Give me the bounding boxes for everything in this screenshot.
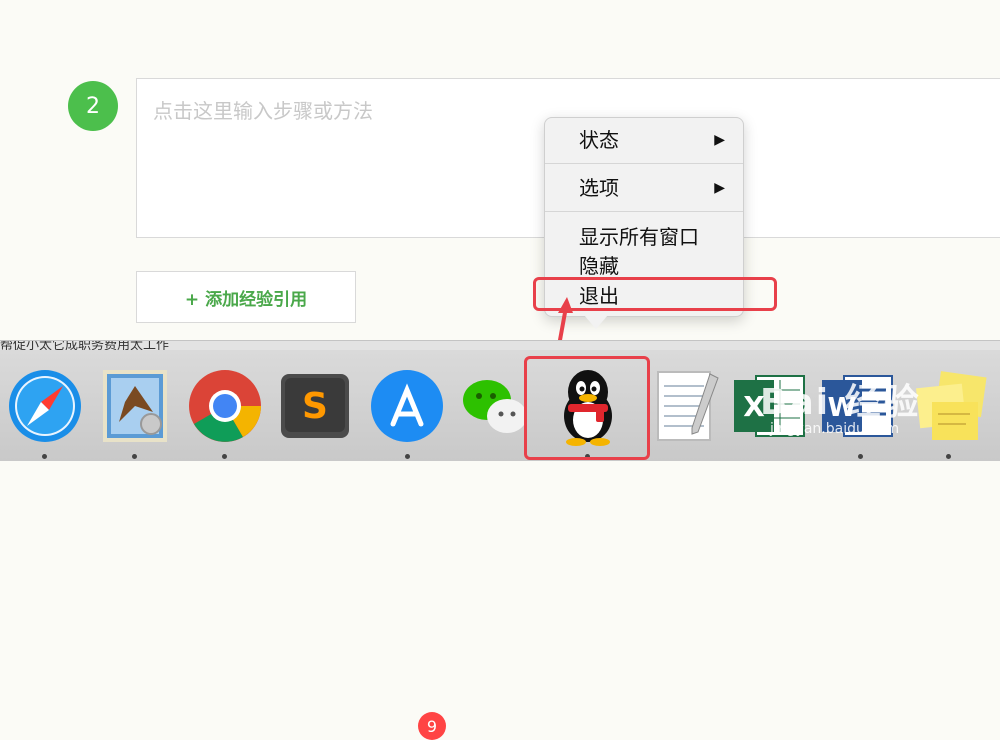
menu-separator [545, 211, 743, 212]
dock-app-sublime-text[interactable]: S [275, 366, 355, 446]
notification-badge: 9 [418, 712, 446, 740]
dock-app-mail[interactable] [95, 366, 175, 446]
menu-item-label: 显示所有窗口 [579, 225, 699, 249]
step-number-badge: 2 [68, 81, 118, 131]
submenu-arrow-icon: ▶ [714, 180, 725, 196]
appstore-icon [371, 370, 443, 442]
menu-item-options[interactable]: 选项 ▶ [579, 174, 725, 202]
menu-separator [545, 163, 743, 164]
menu-item-label: 选项 [579, 176, 619, 200]
running-indicator [42, 454, 47, 459]
chrome-icon [189, 370, 261, 442]
textedit-icon [657, 371, 719, 441]
qq-highlight-box [524, 356, 650, 460]
submenu-arrow-icon: ▶ [714, 132, 725, 148]
watermark-url: jingyan.baidu.com [770, 421, 900, 437]
sublime-icon: S [281, 374, 349, 438]
menu-item-status[interactable]: 状态 ▶ [579, 126, 725, 154]
add-reference-button[interactable]: + 添加经验引用 [136, 271, 356, 323]
watermark-brand: Bai 经验 [760, 382, 921, 423]
dock-app-safari[interactable] [5, 366, 85, 446]
dock-app-chrome[interactable] [185, 366, 265, 446]
menu-item-hide[interactable]: 隐藏 [579, 252, 725, 280]
menu-pointer [584, 315, 608, 329]
dock-app-appstore[interactable] [367, 366, 447, 446]
dock-app-textedit[interactable] [648, 366, 728, 446]
dock-app-wechat[interactable] [455, 366, 535, 446]
wechat-icon [463, 380, 527, 433]
svg-text:S: S [302, 386, 328, 427]
running-indicator [132, 454, 137, 459]
running-indicator [405, 454, 410, 459]
menu-item-show-all-windows[interactable]: 显示所有窗口 [579, 223, 725, 251]
running-indicator [222, 454, 227, 459]
menu-item-label: 状态 [579, 128, 619, 152]
editor-placeholder: 点击这里输入步骤或方法 [153, 99, 373, 123]
watermark: Bai 经验 jingyan.baidu.com [760, 367, 960, 461]
safari-icon [9, 370, 81, 442]
mail-icon [103, 370, 167, 442]
menu-item-label: 隐藏 [579, 254, 619, 278]
